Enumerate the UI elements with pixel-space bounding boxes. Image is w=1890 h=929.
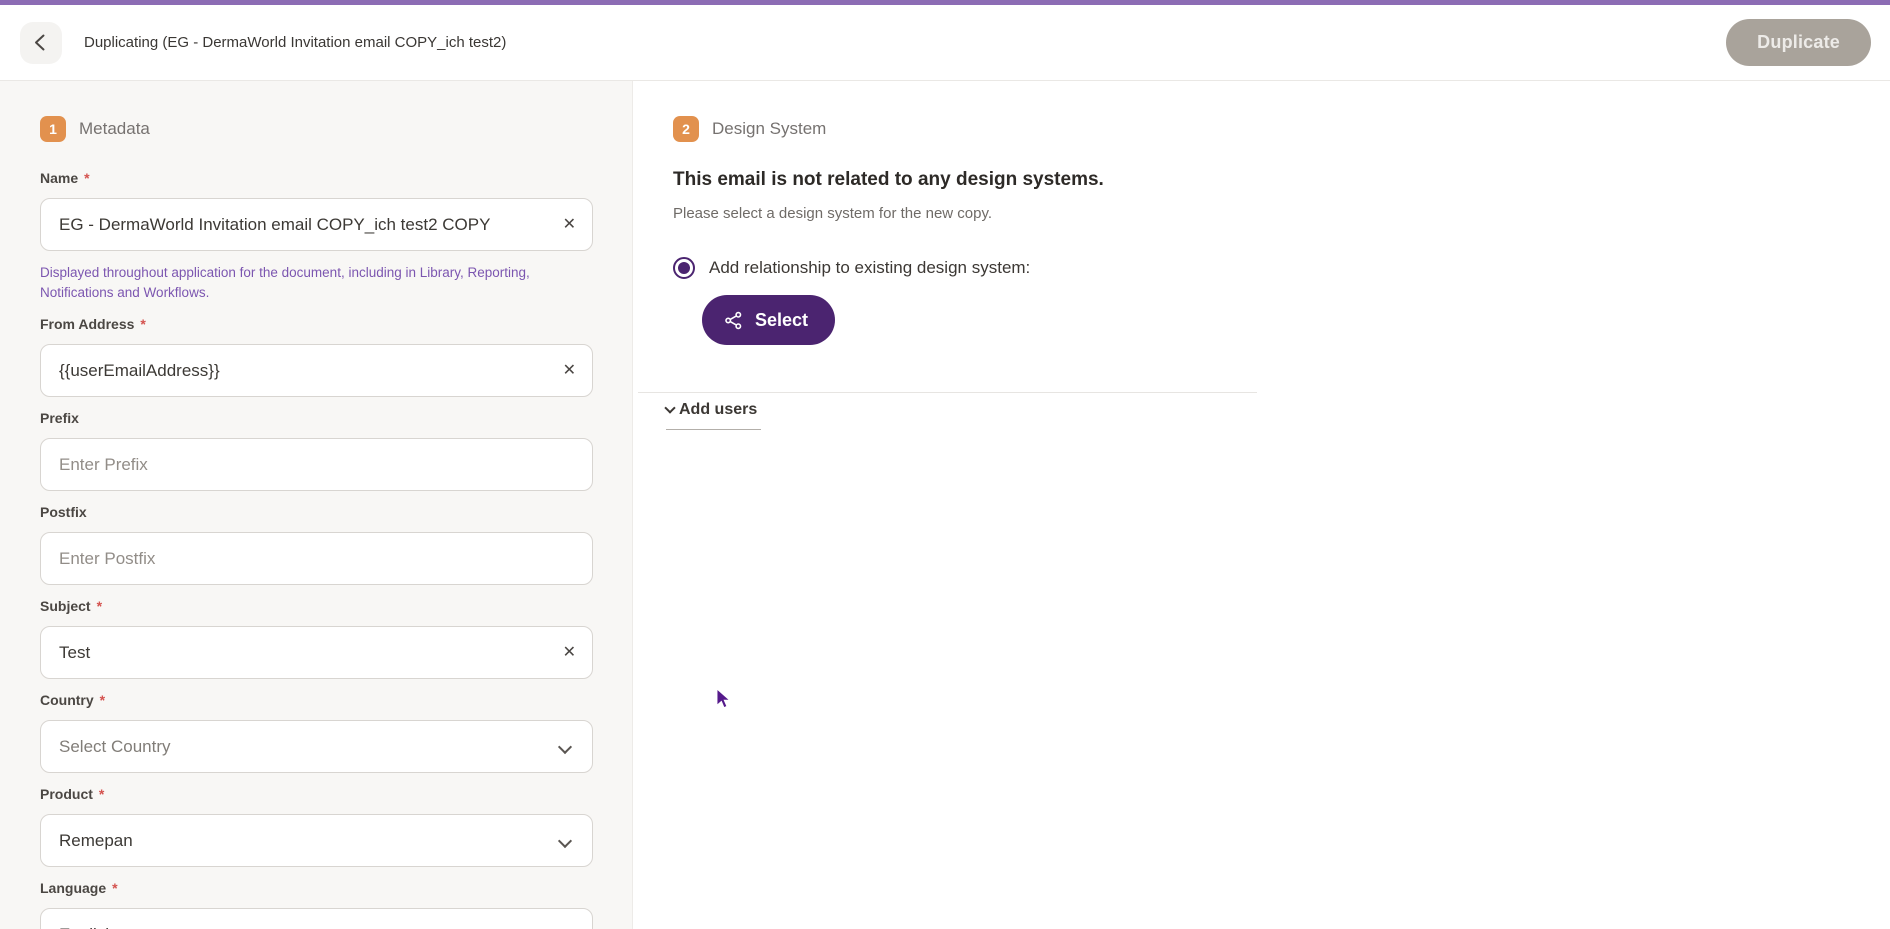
duplicate-button[interactable]: Duplicate bbox=[1726, 19, 1871, 66]
product-select-value: Remepan bbox=[59, 831, 133, 851]
field-language: Language* English bbox=[40, 880, 592, 929]
clear-subject-icon[interactable]: ✕ bbox=[561, 643, 578, 663]
product-label: Product* bbox=[40, 786, 592, 803]
chevron-left-icon bbox=[30, 31, 53, 54]
select-design-system-button[interactable]: Select bbox=[702, 295, 835, 345]
design-system-step-header: 2 Design System bbox=[673, 116, 826, 142]
from-address-label: From Address* bbox=[40, 316, 592, 333]
select-button-label: Select bbox=[755, 310, 808, 331]
country-select[interactable]: Select Country bbox=[40, 720, 593, 773]
add-relationship-radio-row: Add relationship to existing design syst… bbox=[673, 257, 1030, 279]
required-asterisk: * bbox=[84, 170, 89, 186]
metadata-step-header: 1 Metadata bbox=[40, 116, 592, 142]
required-asterisk: * bbox=[97, 598, 102, 614]
metadata-step-title: Metadata bbox=[79, 119, 150, 139]
required-asterisk: * bbox=[100, 692, 105, 708]
required-asterisk: * bbox=[112, 880, 117, 896]
step-2-badge: 2 bbox=[673, 116, 699, 142]
subject-input[interactable] bbox=[40, 626, 593, 679]
prefix-label: Prefix bbox=[40, 410, 592, 427]
back-button[interactable] bbox=[20, 22, 62, 64]
name-label: Name* bbox=[40, 170, 592, 187]
section-divider bbox=[638, 392, 1257, 393]
step-1-badge: 1 bbox=[40, 116, 66, 142]
add-relationship-radio-label: Add relationship to existing design syst… bbox=[709, 258, 1030, 278]
design-system-subheading: Please select a design system for the ne… bbox=[673, 205, 992, 222]
subject-label: Subject* bbox=[40, 598, 592, 615]
from-address-input[interactable] bbox=[40, 344, 593, 397]
language-select[interactable]: English bbox=[40, 908, 593, 929]
chevron-down-icon bbox=[558, 834, 572, 848]
top-bar: Duplicating (EG - DermaWorld Invitation … bbox=[0, 5, 1890, 81]
share-icon bbox=[724, 311, 743, 330]
field-subject: Subject* ✕ bbox=[40, 598, 592, 679]
page-title: Duplicating (EG - DermaWorld Invitation … bbox=[84, 34, 506, 51]
clear-name-icon[interactable]: ✕ bbox=[561, 215, 578, 235]
language-label: Language* bbox=[40, 880, 592, 897]
country-label: Country* bbox=[40, 692, 592, 709]
add-users-toggle[interactable]: Add users bbox=[666, 401, 761, 430]
design-system-step-title: Design System bbox=[712, 119, 826, 139]
design-system-heading: This email is not related to any design … bbox=[673, 169, 1104, 191]
country-select-value: Select Country bbox=[59, 737, 171, 757]
add-relationship-radio[interactable] bbox=[673, 257, 695, 279]
postfix-input[interactable] bbox=[40, 532, 593, 585]
field-country: Country* Select Country bbox=[40, 692, 592, 773]
field-postfix: Postfix bbox=[40, 504, 592, 585]
design-system-panel: 2 Design System This email is not relate… bbox=[634, 81, 1890, 929]
metadata-panel: 1 Metadata Name* ✕ Displayed throughout … bbox=[0, 81, 633, 929]
product-select[interactable]: Remepan bbox=[40, 814, 593, 867]
field-product: Product* Remepan bbox=[40, 786, 592, 867]
chevron-down-icon bbox=[664, 402, 675, 413]
name-helper-text: Displayed throughout application for the… bbox=[40, 263, 545, 302]
required-asterisk: * bbox=[99, 786, 104, 802]
field-prefix: Prefix bbox=[40, 410, 592, 491]
add-users-label: Add users bbox=[679, 401, 757, 419]
name-input[interactable] bbox=[40, 198, 593, 251]
language-select-value: English bbox=[59, 925, 115, 929]
required-asterisk: * bbox=[140, 316, 145, 332]
field-from-address: From Address* ✕ bbox=[40, 316, 592, 397]
clear-from-address-icon[interactable]: ✕ bbox=[561, 361, 578, 381]
prefix-input[interactable] bbox=[40, 438, 593, 491]
chevron-down-icon bbox=[558, 740, 572, 754]
field-name: Name* ✕ Displayed throughout application… bbox=[40, 170, 592, 302]
postfix-label: Postfix bbox=[40, 504, 592, 521]
